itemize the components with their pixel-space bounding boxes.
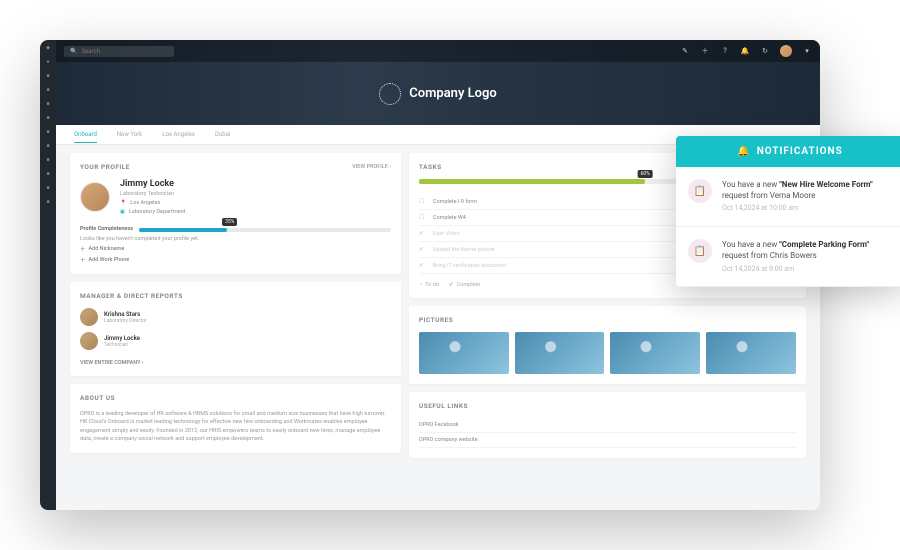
sidebar: ◆ ● ■ ■ ■ ■ ■ ■ ■ ■ ■ ■ [40, 40, 56, 510]
search-icon: 🔍 [70, 48, 77, 55]
tab-dubai[interactable]: Dubai [215, 131, 230, 138]
check-icon: ✔ [419, 230, 427, 237]
completeness-bar: 35% [139, 228, 391, 232]
picture-thumb[interactable] [515, 332, 605, 374]
brand: Company Logo [56, 62, 820, 125]
person-role: Laboratory Director [104, 318, 147, 324]
add-icon[interactable]: ＋ [700, 46, 710, 56]
notifications-header: 🔔 NOTIFICATIONS [676, 136, 900, 167]
brand-label: Company Logo [409, 86, 497, 101]
profile-location: Los Angeles [130, 200, 160, 206]
avatar[interactable] [780, 45, 792, 57]
nav-item-icon[interactable]: ■ [44, 100, 52, 108]
bell-icon: 🔔 [737, 146, 750, 157]
completeness-pct: 35% [222, 218, 237, 226]
checkbox-icon: ☐ [419, 214, 427, 221]
profile-role: Laboratory Technician [120, 191, 185, 197]
form-icon: 📋 [688, 239, 712, 263]
manager-person[interactable]: Krishna StarsLaboratory Director [80, 308, 391, 326]
person-role: Technician [104, 342, 140, 348]
notification-item[interactable]: 📋 You have a new "Complete Parking Form"… [676, 227, 900, 287]
nav-item-icon[interactable]: ■ [44, 114, 52, 122]
about-text: OPRO is a leading developer of HR softwa… [80, 410, 391, 443]
nav-logo-icon[interactable]: ◆ [44, 44, 52, 52]
pin-icon: 📍 [120, 200, 126, 206]
nav-item-icon[interactable]: ■ [44, 128, 52, 136]
completeness-helper: Looks like you haven't completed your pr… [80, 236, 391, 242]
nav-item-icon[interactable]: ■ [44, 156, 52, 164]
person-name: Krishna Stars [104, 311, 147, 318]
view-company-link[interactable]: VIEW ENTIRE COMPANY › [80, 360, 391, 366]
topbar-actions: ✎ ＋ ? 🔔 ↻ ▾ [680, 45, 812, 57]
person-name: Jimmy Locke [104, 335, 140, 342]
pictures-card: PICTURES [409, 306, 806, 384]
completeness-label: Profile Completeness [80, 226, 133, 232]
manager-person[interactable]: Jimmy LockeTechnician [80, 332, 391, 350]
chevron-down-icon[interactable]: ▾ [802, 46, 812, 56]
links-card: USEFUL LINKS OPRO Facebook OPRO company … [409, 392, 806, 458]
add-workphone-link[interactable]: ＋ Add Work Phone [80, 256, 391, 264]
notification-time: Oct 14,2024 at 9:00 am [722, 265, 892, 275]
manager-header: MANAGER & DIRECT REPORTS [80, 292, 183, 300]
status-todo: ◔ To do [419, 282, 439, 288]
useful-link[interactable]: OPRO Facebook [419, 418, 796, 433]
bell-icon[interactable]: 🔔 [740, 46, 750, 56]
about-header: ABOUT US [80, 394, 115, 402]
checkbox-icon: ☐ [419, 198, 427, 205]
search-input[interactable] [81, 48, 168, 55]
nav-item-icon[interactable]: ■ [44, 86, 52, 94]
tasks-pct: 60% [638, 170, 653, 178]
tab-newyork[interactable]: New York [117, 131, 142, 138]
edit-icon[interactable]: ✎ [680, 46, 690, 56]
brand-logo-icon [379, 83, 401, 105]
add-nickname-link[interactable]: ＋ Add Nickname [80, 245, 391, 253]
useful-link[interactable]: OPRO company website [419, 433, 796, 448]
profile-header: YOUR PROFILE [80, 163, 130, 171]
nav-item-icon[interactable]: ■ [44, 142, 52, 150]
header-hero: 🔍 ✎ ＋ ? 🔔 ↻ ▾ Company Logo [56, 40, 820, 125]
picture-thumb[interactable] [419, 332, 509, 374]
form-icon: 📋 [688, 179, 712, 203]
person-avatar [80, 332, 98, 350]
notifications-panel: 🔔 NOTIFICATIONS 📋 You have a new "New Hi… [676, 136, 900, 287]
search-box[interactable]: 🔍 [64, 46, 174, 57]
topbar: 🔍 ✎ ＋ ? 🔔 ↻ ▾ [56, 40, 820, 62]
notification-item[interactable]: 📋 You have a new "New Hire Welcome Form"… [676, 167, 900, 227]
profile-card: YOUR PROFILE VIEW PROFILE › Jimmy Locke … [70, 153, 401, 274]
picture-thumb[interactable] [706, 332, 796, 374]
nav-item-icon[interactable]: ■ [44, 198, 52, 206]
person-avatar [80, 308, 98, 326]
dept-icon: ▣ [120, 209, 125, 215]
notification-time: Oct 14,2024 at 10:00 am [722, 204, 892, 214]
pictures-header: PICTURES [419, 316, 453, 324]
profile-avatar[interactable] [80, 182, 110, 212]
check-icon: ✔ [419, 246, 427, 253]
profile-department: Laboratory Department [129, 209, 186, 215]
tab-onboard[interactable]: Onboard [74, 131, 97, 143]
tasks-header: TASKS [419, 163, 442, 171]
profile-name: Jimmy Locke [120, 179, 185, 189]
tab-losangeles[interactable]: Los Angeles [162, 131, 195, 138]
nav-item-icon[interactable]: ■ [44, 184, 52, 192]
nav-item-icon[interactable]: ■ [44, 72, 52, 80]
help-icon[interactable]: ? [720, 46, 730, 56]
picture-thumb[interactable] [610, 332, 700, 374]
manager-card: MANAGER & DIRECT REPORTS Krishna StarsLa… [70, 282, 401, 376]
about-card: ABOUT US OPRO is a leading developer of … [70, 384, 401, 453]
refresh-icon[interactable]: ↻ [760, 46, 770, 56]
nav-item-icon[interactable]: ■ [44, 170, 52, 178]
view-profile-link[interactable]: VIEW PROFILE › [352, 164, 391, 170]
check-icon: ✔ [419, 262, 427, 269]
status-complete: ✔ Complete [449, 282, 480, 288]
links-header: USEFUL LINKS [419, 402, 468, 410]
nav-people-icon[interactable]: ● [44, 58, 52, 66]
